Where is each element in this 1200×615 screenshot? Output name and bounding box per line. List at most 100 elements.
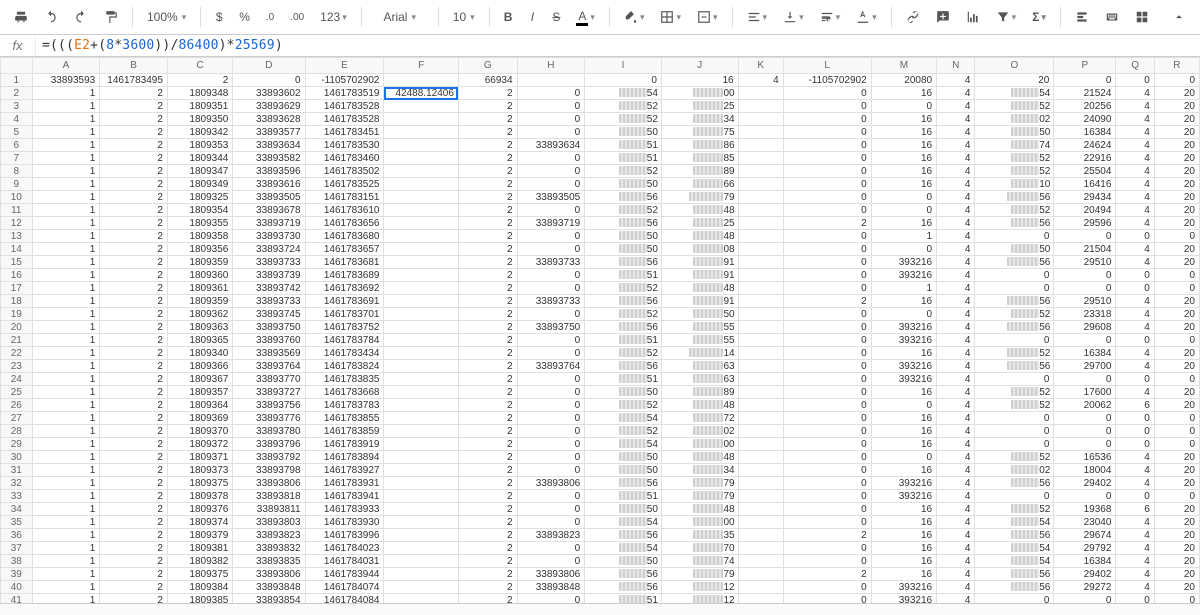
row-header[interactable]: 10 <box>1 191 33 204</box>
cell-N13[interactable]: 4 <box>937 230 975 243</box>
cell-M7[interactable]: 16 <box>871 152 936 165</box>
cell-E31[interactable]: 1461783927 <box>305 464 384 477</box>
cell-H28[interactable]: 0 <box>517 425 585 438</box>
cell-D35[interactable]: 33893803 <box>233 516 305 529</box>
cell-P22[interactable]: 16384 <box>1054 347 1116 360</box>
cell-M10[interactable]: 0 <box>871 191 936 204</box>
cell-Q10[interactable]: 4 <box>1116 191 1154 204</box>
cell-F38[interactable] <box>384 555 458 568</box>
cell-F19[interactable] <box>384 308 458 321</box>
cell-E9[interactable]: 1461783525 <box>305 178 384 191</box>
cell-F5[interactable] <box>384 126 458 139</box>
col-header-O[interactable]: O <box>975 58 1054 74</box>
cell-C29[interactable]: 1809372 <box>167 438 232 451</box>
cell-O4[interactable]: 02 <box>975 113 1054 126</box>
cell-O40[interactable]: 56 <box>975 581 1054 594</box>
cell-O27[interactable]: 0 <box>975 412 1054 425</box>
cell-N28[interactable]: 4 <box>937 425 975 438</box>
cell-Q8[interactable]: 4 <box>1116 165 1154 178</box>
cell-C32[interactable]: 1809375 <box>167 477 232 490</box>
cell-H25[interactable]: 0 <box>517 386 585 399</box>
cell-B37[interactable]: 2 <box>100 542 168 555</box>
cell-L10[interactable]: 0 <box>783 191 871 204</box>
cell-E16[interactable]: 1461783689 <box>305 269 384 282</box>
cell-K34[interactable] <box>738 503 783 516</box>
cell-J23[interactable]: 63 <box>661 360 738 373</box>
cell-R27[interactable]: 0 <box>1154 412 1199 425</box>
cell-F15[interactable] <box>384 256 458 269</box>
cell-K5[interactable] <box>738 126 783 139</box>
cell-O8[interactable]: 52 <box>975 165 1054 178</box>
cell-O3[interactable]: 52 <box>975 100 1054 113</box>
cell-J24[interactable]: 63 <box>661 373 738 386</box>
cell-M8[interactable]: 16 <box>871 165 936 178</box>
cell-K37[interactable] <box>738 542 783 555</box>
cell-G22[interactable]: 2 <box>458 347 517 360</box>
cell-K38[interactable] <box>738 555 783 568</box>
cell-G24[interactable]: 2 <box>458 373 517 386</box>
cell-J4[interactable]: 34 <box>661 113 738 126</box>
cell-D31[interactable]: 33893798 <box>233 464 305 477</box>
cell-A6[interactable]: 1 <box>32 139 100 152</box>
cell-L13[interactable]: 0 <box>783 230 871 243</box>
cell-Q18[interactable]: 4 <box>1116 295 1154 308</box>
cell-R19[interactable]: 20 <box>1154 308 1199 321</box>
cell-H40[interactable]: 33893848 <box>517 581 585 594</box>
cell-G21[interactable]: 2 <box>458 334 517 347</box>
cell-K8[interactable] <box>738 165 783 178</box>
cell-H16[interactable]: 0 <box>517 269 585 282</box>
cell-D18[interactable]: 33893733 <box>233 295 305 308</box>
cell-D14[interactable]: 33893724 <box>233 243 305 256</box>
cell-I38[interactable]: 50 <box>585 555 662 568</box>
cell-J28[interactable]: 02 <box>661 425 738 438</box>
cell-P37[interactable]: 29792 <box>1054 542 1116 555</box>
cell-G12[interactable]: 2 <box>458 217 517 230</box>
cell-A23[interactable]: 1 <box>32 360 100 373</box>
cell-L31[interactable]: 0 <box>783 464 871 477</box>
cell-M16[interactable]: 393216 <box>871 269 936 282</box>
cell-F32[interactable] <box>384 477 458 490</box>
cell-G25[interactable]: 2 <box>458 386 517 399</box>
cell-H18[interactable]: 33893733 <box>517 295 585 308</box>
col-header-N[interactable]: N <box>937 58 975 74</box>
cell-A41[interactable]: 1 <box>32 594 100 604</box>
cell-A35[interactable]: 1 <box>32 516 100 529</box>
cell-D27[interactable]: 33893776 <box>233 412 305 425</box>
cell-P4[interactable]: 24090 <box>1054 113 1116 126</box>
row-header[interactable]: 14 <box>1 243 33 256</box>
cell-J16[interactable]: 91 <box>661 269 738 282</box>
cell-R7[interactable]: 20 <box>1154 152 1199 165</box>
cell-F40[interactable] <box>384 581 458 594</box>
cell-R40[interactable]: 20 <box>1154 581 1199 594</box>
cell-A9[interactable]: 1 <box>32 178 100 191</box>
horizontal-align-button[interactable]: ▾ <box>741 5 774 29</box>
cell-G27[interactable]: 2 <box>458 412 517 425</box>
cell-Q25[interactable]: 4 <box>1116 386 1154 399</box>
cell-K27[interactable] <box>738 412 783 425</box>
format-currency-button[interactable]: $ <box>209 5 229 29</box>
cell-M40[interactable]: 393216 <box>871 581 936 594</box>
row-header[interactable]: 20 <box>1 321 33 334</box>
cell-F8[interactable] <box>384 165 458 178</box>
cell-I35[interactable]: 54 <box>585 516 662 529</box>
cell-M29[interactable]: 16 <box>871 438 936 451</box>
cell-Q21[interactable]: 0 <box>1116 334 1154 347</box>
cell-L11[interactable]: 0 <box>783 204 871 217</box>
cell-H30[interactable]: 0 <box>517 451 585 464</box>
cell-J11[interactable]: 48 <box>661 204 738 217</box>
cell-P6[interactable]: 24624 <box>1054 139 1116 152</box>
cell-B20[interactable]: 2 <box>100 321 168 334</box>
cell-E19[interactable]: 1461783701 <box>305 308 384 321</box>
col-header-A[interactable]: A <box>32 58 100 74</box>
cell-D38[interactable]: 33893835 <box>233 555 305 568</box>
cell-O16[interactable]: 0 <box>975 269 1054 282</box>
cell-C11[interactable]: 1809354 <box>167 204 232 217</box>
cell-Q28[interactable]: 0 <box>1116 425 1154 438</box>
cell-P40[interactable]: 29272 <box>1054 581 1116 594</box>
cell-C28[interactable]: 1809370 <box>167 425 232 438</box>
cell-J31[interactable]: 34 <box>661 464 738 477</box>
cell-N30[interactable]: 4 <box>937 451 975 464</box>
cell-P34[interactable]: 19368 <box>1054 503 1116 516</box>
cell-J5[interactable]: 75 <box>661 126 738 139</box>
cell-R3[interactable]: 20 <box>1154 100 1199 113</box>
